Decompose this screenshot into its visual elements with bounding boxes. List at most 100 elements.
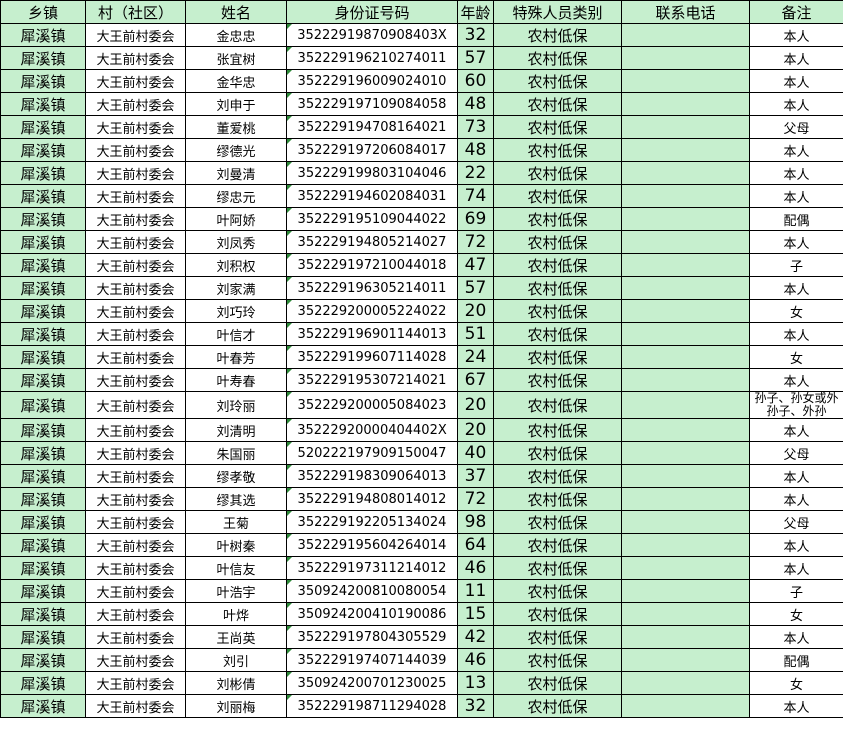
- cell-phone[interactable]: [621, 694, 750, 718]
- cell-name[interactable]: 缪孝敬: [185, 464, 287, 488]
- cell-note[interactable]: 本人: [749, 487, 843, 511]
- cell-age[interactable]: 57: [457, 276, 494, 300]
- cell-name[interactable]: 王尚英: [185, 625, 287, 649]
- cell-phone[interactable]: [621, 230, 750, 254]
- header-name[interactable]: 姓名: [185, 0, 287, 24]
- cell-village[interactable]: 大王前村委会: [85, 418, 186, 442]
- cell-age[interactable]: 32: [457, 23, 494, 47]
- cell-name[interactable]: 缪德光: [185, 138, 287, 162]
- cell-town[interactable]: 犀溪镇: [0, 464, 86, 488]
- cell-id[interactable]: 352229197206084017: [286, 138, 458, 162]
- cell-category[interactable]: 农村低保: [493, 138, 622, 162]
- cell-name[interactable]: 刘申于: [185, 92, 287, 116]
- cell-age[interactable]: 69: [457, 207, 494, 231]
- cell-name[interactable]: 刘巧玲: [185, 299, 287, 323]
- cell-village[interactable]: 大王前村委会: [85, 579, 186, 603]
- header-note[interactable]: 备注: [749, 0, 843, 24]
- cell-town[interactable]: 犀溪镇: [0, 345, 86, 369]
- cell-note[interactable]: 子: [749, 579, 843, 603]
- cell-category[interactable]: 农村低保: [493, 694, 622, 718]
- cell-village[interactable]: 大王前村委会: [85, 161, 186, 185]
- cell-village[interactable]: 大王前村委会: [85, 184, 186, 208]
- cell-note[interactable]: 女: [749, 671, 843, 695]
- cell-id[interactable]: 35222920000404402X: [286, 418, 458, 442]
- cell-village[interactable]: 大王前村委会: [85, 92, 186, 116]
- cell-note[interactable]: 子: [749, 253, 843, 277]
- cell-phone[interactable]: [621, 556, 750, 580]
- cell-note[interactable]: 本人: [749, 276, 843, 300]
- cell-phone[interactable]: [621, 487, 750, 511]
- cell-town[interactable]: 犀溪镇: [0, 602, 86, 626]
- cell-age[interactable]: 42: [457, 625, 494, 649]
- cell-name[interactable]: 王菊: [185, 510, 287, 534]
- cell-phone[interactable]: [621, 648, 750, 672]
- cell-category[interactable]: 农村低保: [493, 115, 622, 139]
- cell-phone[interactable]: [621, 464, 750, 488]
- cell-note[interactable]: 女: [749, 299, 843, 323]
- cell-village[interactable]: 大王前村委会: [85, 276, 186, 300]
- cell-note[interactable]: 本人: [749, 138, 843, 162]
- cell-village[interactable]: 大王前村委会: [85, 602, 186, 626]
- cell-age[interactable]: 72: [457, 230, 494, 254]
- cell-town[interactable]: 犀溪镇: [0, 648, 86, 672]
- cell-name[interactable]: 朱国丽: [185, 441, 287, 465]
- cell-id[interactable]: 35222919870908403X: [286, 23, 458, 47]
- cell-id[interactable]: 350924200701230025: [286, 671, 458, 695]
- header-id[interactable]: 身份证号码: [286, 0, 458, 24]
- cell-village[interactable]: 大王前村委会: [85, 69, 186, 93]
- cell-id[interactable]: 352229192205134024: [286, 510, 458, 534]
- cell-note[interactable]: 父母: [749, 441, 843, 465]
- cell-phone[interactable]: [621, 602, 750, 626]
- cell-id[interactable]: 350924200410190086: [286, 602, 458, 626]
- cell-name[interactable]: 缪其选: [185, 487, 287, 511]
- cell-name[interactable]: 叶阿娇: [185, 207, 287, 231]
- cell-name[interactable]: 叶烨: [185, 602, 287, 626]
- cell-id[interactable]: 520222197909150047: [286, 441, 458, 465]
- cell-id[interactable]: 352229197210044018: [286, 253, 458, 277]
- cell-phone[interactable]: [621, 253, 750, 277]
- cell-category[interactable]: 农村低保: [493, 92, 622, 116]
- cell-town[interactable]: 犀溪镇: [0, 671, 86, 695]
- cell-phone[interactable]: [621, 368, 750, 392]
- cell-phone[interactable]: [621, 23, 750, 47]
- cell-village[interactable]: 大王前村委会: [85, 138, 186, 162]
- cell-village[interactable]: 大王前村委会: [85, 345, 186, 369]
- cell-age[interactable]: 72: [457, 487, 494, 511]
- cell-age[interactable]: 22: [457, 161, 494, 185]
- cell-town[interactable]: 犀溪镇: [0, 625, 86, 649]
- cell-village[interactable]: 大王前村委会: [85, 464, 186, 488]
- cell-name[interactable]: 刘凤秀: [185, 230, 287, 254]
- cell-id[interactable]: 352229197311214012: [286, 556, 458, 580]
- cell-category[interactable]: 农村低保: [493, 556, 622, 580]
- cell-town[interactable]: 犀溪镇: [0, 322, 86, 346]
- cell-id[interactable]: 352229197407144039: [286, 648, 458, 672]
- cell-id[interactable]: 352229195109044022: [286, 207, 458, 231]
- cell-phone[interactable]: [621, 345, 750, 369]
- cell-id[interactable]: 352229199803104046: [286, 161, 458, 185]
- cell-name[interactable]: 刘曼清: [185, 161, 287, 185]
- cell-village[interactable]: 大王前村委会: [85, 207, 186, 231]
- cell-note[interactable]: 本人: [749, 418, 843, 442]
- cell-town[interactable]: 犀溪镇: [0, 207, 86, 231]
- cell-age[interactable]: 15: [457, 602, 494, 626]
- cell-id[interactable]: 352229196901144013: [286, 322, 458, 346]
- cell-name[interactable]: 叶信友: [185, 556, 287, 580]
- cell-age[interactable]: 48: [457, 138, 494, 162]
- cell-age[interactable]: 32: [457, 694, 494, 718]
- cell-id[interactable]: 352229200005224022: [286, 299, 458, 323]
- cell-age[interactable]: 51: [457, 322, 494, 346]
- cell-phone[interactable]: [621, 207, 750, 231]
- cell-phone[interactable]: [621, 579, 750, 603]
- cell-id[interactable]: 352229194805214027: [286, 230, 458, 254]
- cell-phone[interactable]: [621, 322, 750, 346]
- header-phone[interactable]: 联系电话: [621, 0, 750, 24]
- cell-age[interactable]: 40: [457, 441, 494, 465]
- cell-age[interactable]: 20: [457, 299, 494, 323]
- cell-category[interactable]: 农村低保: [493, 533, 622, 557]
- cell-note[interactable]: 父母: [749, 115, 843, 139]
- cell-village[interactable]: 大王前村委会: [85, 671, 186, 695]
- cell-category[interactable]: 农村低保: [493, 368, 622, 392]
- cell-town[interactable]: 犀溪镇: [0, 556, 86, 580]
- cell-name[interactable]: 刘家满: [185, 276, 287, 300]
- cell-town[interactable]: 犀溪镇: [0, 276, 86, 300]
